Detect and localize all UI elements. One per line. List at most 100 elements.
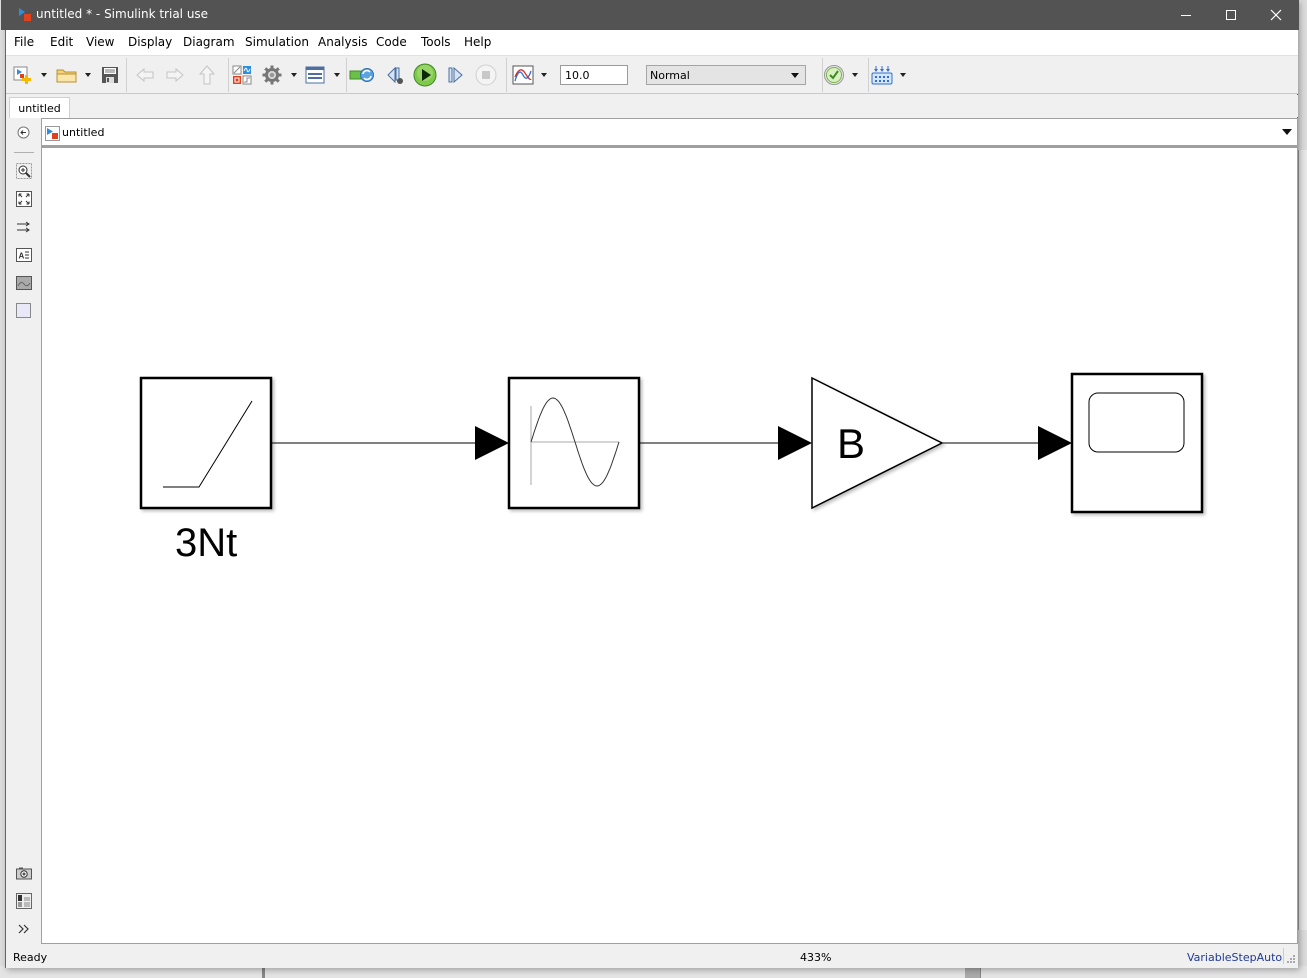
- model-browser-address-bar[interactable]: untitled: [41, 118, 1298, 148]
- open-dropdown[interactable]: [85, 73, 91, 77]
- close-button[interactable]: [1253, 0, 1299, 30]
- up-button[interactable]: [197, 64, 217, 86]
- menu-bar: File Edit View Display Diagram Simulatio…: [6, 30, 1298, 55]
- minimize-button[interactable]: [1163, 0, 1209, 30]
- hide-browser-button[interactable]: [15, 124, 32, 141]
- fit-to-view-button[interactable]: [15, 190, 32, 207]
- model-settings-dropdown[interactable]: [291, 73, 297, 77]
- simulink-app-icon: [19, 8, 31, 21]
- open-folder-icon: [56, 69, 77, 83]
- gain-value-label: B: [837, 420, 866, 467]
- data-inspector-icon: [512, 65, 534, 85]
- input-port-arrow: [778, 426, 812, 460]
- data-inspector-dropdown[interactable]: [541, 73, 547, 77]
- menu-diagram[interactable]: Diagram: [183, 35, 235, 49]
- menu-help[interactable]: Help: [464, 35, 491, 49]
- simulink-window: untitled * - Simulink trial use File Edi…: [1, 0, 1299, 968]
- maximize-button[interactable]: [1208, 0, 1254, 30]
- chevron-down-icon: [791, 73, 799, 78]
- background-window-edge: [1298, 150, 1307, 930]
- property-inspector-button[interactable]: [15, 892, 32, 909]
- model-explorer-button[interactable]: [304, 64, 326, 86]
- resize-grip-icon[interactable]: [1286, 954, 1296, 964]
- signal-line-gain-to-scope[interactable]: [942, 426, 1072, 460]
- menu-tools[interactable]: Tools: [421, 35, 451, 49]
- palette-separator: [14, 152, 34, 153]
- update-diagram-icon: [349, 68, 374, 82]
- scope-block[interactable]: [1070, 372, 1204, 514]
- stop-icon: [475, 64, 497, 86]
- image-icon: [15, 275, 32, 290]
- area-icon: [16, 303, 31, 318]
- ramp-block-label[interactable]: 3Nt: [175, 521, 237, 566]
- forward-arrow-icon: [166, 67, 184, 83]
- annotation-button[interactable]: A: [15, 246, 32, 263]
- menu-file[interactable]: File: [14, 35, 34, 49]
- run-button[interactable]: [413, 63, 437, 87]
- model-advisor-dropdown[interactable]: [852, 73, 858, 77]
- gain-block[interactable]: [811, 376, 944, 510]
- title-bar: untitled * - Simulink trial use: [1, 0, 1299, 30]
- model-explorer-icon: [305, 66, 325, 84]
- menu-display[interactable]: Display: [128, 35, 172, 49]
- stop-time-input[interactable]: 10.0: [560, 65, 628, 85]
- minimize-icon: [1181, 15, 1191, 16]
- signal-routing-button[interactable]: [15, 218, 32, 235]
- expand-icon: [18, 924, 29, 933]
- up-arrow-icon: [199, 65, 215, 85]
- menu-edit[interactable]: Edit: [50, 35, 73, 49]
- chevron-down-icon[interactable]: [1282, 129, 1292, 135]
- screenshot-button[interactable]: [15, 864, 32, 881]
- zoom-button[interactable]: [15, 162, 32, 179]
- back-button[interactable]: [134, 64, 156, 86]
- annotation-icon: A: [15, 247, 32, 262]
- signal-routing-icon: [16, 221, 30, 232]
- model-explorer-dropdown[interactable]: [334, 73, 340, 77]
- run-icon: [413, 63, 437, 87]
- sine-function-block[interactable]: [507, 376, 641, 510]
- save-icon: [102, 67, 118, 83]
- menu-analysis[interactable]: Analysis: [318, 35, 367, 49]
- toolbar-separator: [868, 58, 869, 92]
- update-diagram-button[interactable]: [349, 64, 375, 86]
- build-dropdown[interactable]: [900, 73, 906, 77]
- forward-button[interactable]: [164, 64, 186, 86]
- simulation-mode-select[interactable]: Normal: [646, 65, 806, 85]
- ramp-block[interactable]: [139, 376, 273, 510]
- signal-line-sine-to-gain[interactable]: [640, 426, 812, 460]
- toolbar: 10.0 Normal: [6, 55, 1298, 94]
- signal-line-ramp-to-sine[interactable]: [272, 426, 509, 460]
- back-arrow-icon: [136, 67, 154, 83]
- model-advisor-button[interactable]: [823, 64, 845, 86]
- tool-palette: A: [6, 118, 41, 944]
- toolbar-separator: [346, 58, 347, 92]
- fit-to-view-icon: [15, 190, 32, 207]
- menu-simulation[interactable]: Simulation: [245, 35, 309, 49]
- open-button[interactable]: [56, 64, 78, 86]
- status-bar: Ready 433% VariableStepAuto: [6, 944, 1298, 968]
- area-button[interactable]: [15, 302, 32, 319]
- menu-code[interactable]: Code: [376, 35, 407, 49]
- diagram-canvas[interactable]: 3Nt B: [41, 148, 1298, 944]
- scope-screen-glyph: [1088, 392, 1185, 453]
- library-browser-button[interactable]: [231, 64, 253, 86]
- model-settings-gear-icon: [262, 65, 282, 85]
- new-model-button[interactable]: [13, 64, 33, 86]
- breadcrumb-untitled[interactable]: untitled: [62, 126, 104, 139]
- new-model-dropdown[interactable]: [41, 73, 47, 77]
- step-forward-button[interactable]: [446, 64, 466, 86]
- close-icon: [1270, 9, 1282, 21]
- expand-palette-button[interactable]: [15, 920, 32, 937]
- solver-link[interactable]: VariableStepAuto: [1187, 951, 1282, 964]
- image-button[interactable]: [15, 274, 32, 291]
- data-inspector-button[interactable]: [512, 64, 534, 86]
- build-button[interactable]: [871, 64, 893, 86]
- save-button[interactable]: [100, 64, 120, 86]
- stop-button[interactable]: [475, 64, 497, 86]
- model-settings-button[interactable]: [261, 64, 283, 86]
- model-advisor-check-icon: [824, 65, 844, 85]
- step-back-button[interactable]: [384, 64, 406, 86]
- model-icon: [45, 126, 60, 141]
- menu-view[interactable]: View: [86, 35, 114, 49]
- tab-untitled[interactable]: untitled: [9, 97, 70, 118]
